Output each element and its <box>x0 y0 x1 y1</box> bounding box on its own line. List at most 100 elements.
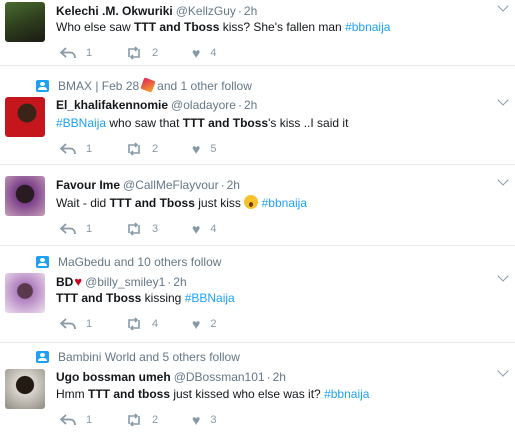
heart-icon: ♥ <box>192 45 201 61</box>
chevron-down-icon[interactable] <box>497 270 509 282</box>
context-text: BMAX | Feb 28 <box>58 79 140 93</box>
user-handle[interactable]: @CallMeFlayvour <box>123 178 219 192</box>
separator-dot: · <box>237 98 242 112</box>
retweet-button[interactable]: 4 <box>126 317 192 331</box>
tweet-header: Kelechi .M. Okwuriki @KellzGuy · 2h <box>56 4 257 18</box>
display-name[interactable]: El_khalifakennomie <box>56 98 168 112</box>
people-icon <box>36 80 49 92</box>
social-context[interactable]: Bambini World and 5 others follow <box>58 350 240 364</box>
display-name[interactable]: Favour Ime <box>56 178 120 192</box>
avatar[interactable] <box>5 369 45 409</box>
timestamp[interactable]: 2h <box>227 178 240 192</box>
like-button[interactable]: ♥ 5 <box>192 142 258 156</box>
separator-dot: · <box>167 275 172 289</box>
tweet-actions: 1 3 ♥ 4 <box>60 222 258 236</box>
like-count: 5 <box>210 143 217 155</box>
retweet-icon <box>128 413 140 427</box>
text-segment: 's kiss ..I said it <box>268 116 349 130</box>
context-text: and 1 other follow <box>157 79 252 93</box>
like-button[interactable]: ♥ 4 <box>192 222 258 236</box>
chevron-down-icon[interactable] <box>497 0 509 12</box>
tweet-3[interactable]: Favour Ime @CallMeFlayvour · 2h Wait - did … <box>0 166 515 246</box>
text-segment: kissing <box>141 291 185 305</box>
heart-icon: ♥ <box>192 141 201 157</box>
tweet-text: Who else saw TTT and Tboss kiss? She's f… <box>56 20 390 34</box>
tweet-2[interactable]: BMAX | Feb 28 and 1 other follow El_khali… <box>0 70 515 165</box>
reply-button[interactable]: 1 <box>60 46 126 60</box>
user-handle[interactable]: @DBossman101 <box>174 370 265 384</box>
chevron-down-icon[interactable] <box>497 365 509 377</box>
display-name[interactable]: Ugo bossman umeh <box>56 370 171 384</box>
reply-button[interactable]: 1 <box>60 142 126 156</box>
text-segment: just kissed who else was it? <box>170 387 325 401</box>
reply-icon <box>60 223 76 235</box>
party-popper-icon <box>140 77 156 93</box>
social-context[interactable]: MaGbedu and 10 others follow <box>58 255 221 269</box>
retweet-button[interactable]: 2 <box>126 46 192 60</box>
retweet-button[interactable]: 2 <box>126 142 192 156</box>
context-text: Bambini World and 5 others follow <box>58 350 240 364</box>
tweet-text: #BBNaija who saw that TTT and Tboss's ki… <box>56 116 348 130</box>
like-button[interactable]: ♥ 4 <box>192 46 258 60</box>
timestamp[interactable]: 2h <box>244 4 257 18</box>
tweet-text: TTT and Tboss kissing #BBNaija <box>56 291 235 305</box>
reply-button[interactable]: 1 <box>60 222 126 236</box>
text-segment: kiss? She's fallen man <box>219 20 346 34</box>
red-heart-icon: ♥ <box>74 274 83 289</box>
like-button[interactable]: ♥ 2 <box>192 317 258 331</box>
reply-icon <box>60 318 76 330</box>
retweet-count: 4 <box>152 318 159 330</box>
retweet-count: 2 <box>152 414 159 426</box>
tweet-actions: 1 2 ♥ 4 <box>60 46 258 60</box>
text-segment: who saw that <box>106 116 183 130</box>
tweet-header: Ugo bossman umeh @DBossman101 · 2h <box>56 370 286 384</box>
tweet-text: Wait - did TTT and Tboss just kiss #bbna… <box>56 195 307 210</box>
reply-icon <box>60 47 76 59</box>
user-handle[interactable]: @oladayore <box>171 98 236 112</box>
reply-button[interactable]: 1 <box>60 317 126 331</box>
retweet-button[interactable]: 2 <box>126 413 192 427</box>
text-bold: TTT and Tboss <box>56 291 142 305</box>
retweet-icon <box>128 317 140 331</box>
reply-button[interactable]: 1 <box>60 413 126 427</box>
display-name[interactable]: Kelechi .M. Okwuriki <box>56 4 173 18</box>
timestamp[interactable]: 2h <box>173 275 186 289</box>
retweet-count: 2 <box>152 47 159 59</box>
avatar[interactable] <box>5 2 45 42</box>
reply-count: 1 <box>86 223 93 235</box>
tweet-4[interactable]: MaGbedu and 10 others follow BD♥ @billy_s… <box>0 246 515 343</box>
tweet-header: BD♥ @billy_smiley1 · 2h <box>56 274 187 289</box>
timestamp[interactable]: 2h <box>244 98 257 112</box>
tweet-1[interactable]: Kelechi .M. Okwuriki @KellzGuy · 2h Who els… <box>0 0 515 66</box>
like-button[interactable]: ♥ 3 <box>192 413 258 427</box>
user-handle[interactable]: @billy_smiley1 <box>85 275 165 289</box>
reply-icon <box>60 143 76 155</box>
like-count: 2 <box>210 318 217 330</box>
user-handle[interactable]: @KellzGuy <box>176 4 236 18</box>
tweet-5[interactable]: Bambini World and 5 others follow Ugo bo… <box>0 343 515 437</box>
reply-count: 1 <box>86 47 93 59</box>
avatar[interactable] <box>5 176 45 216</box>
text-bold: TTT and Tboss <box>109 196 195 210</box>
display-name[interactable]: BD <box>56 275 73 289</box>
hashtag-link[interactable]: #bbnaija <box>345 20 390 34</box>
hashtag-link[interactable]: #bbnaija <box>324 387 369 401</box>
hashtag-link[interactable]: #bbnaija <box>262 196 307 210</box>
like-count: 3 <box>210 414 217 426</box>
retweet-button[interactable]: 3 <box>126 222 192 236</box>
heart-icon: ♥ <box>192 316 201 332</box>
reply-icon <box>60 414 76 426</box>
hashtag-link[interactable]: #BBNaija <box>56 116 106 130</box>
chevron-down-icon[interactable] <box>497 94 509 106</box>
avatar[interactable] <box>5 273 45 313</box>
reply-count: 1 <box>86 318 93 330</box>
heart-icon: ♥ <box>192 221 201 237</box>
astonished-face-icon <box>244 195 259 209</box>
hashtag-link[interactable]: #BBNaija <box>185 291 235 305</box>
separator-dot: · <box>220 178 225 192</box>
social-context[interactable]: BMAX | Feb 28 and 1 other follow <box>58 77 252 93</box>
chevron-down-icon[interactable] <box>497 174 509 186</box>
avatar[interactable] <box>5 97 45 137</box>
heart-icon: ♥ <box>192 412 201 428</box>
timestamp[interactable]: 2h <box>273 370 286 384</box>
